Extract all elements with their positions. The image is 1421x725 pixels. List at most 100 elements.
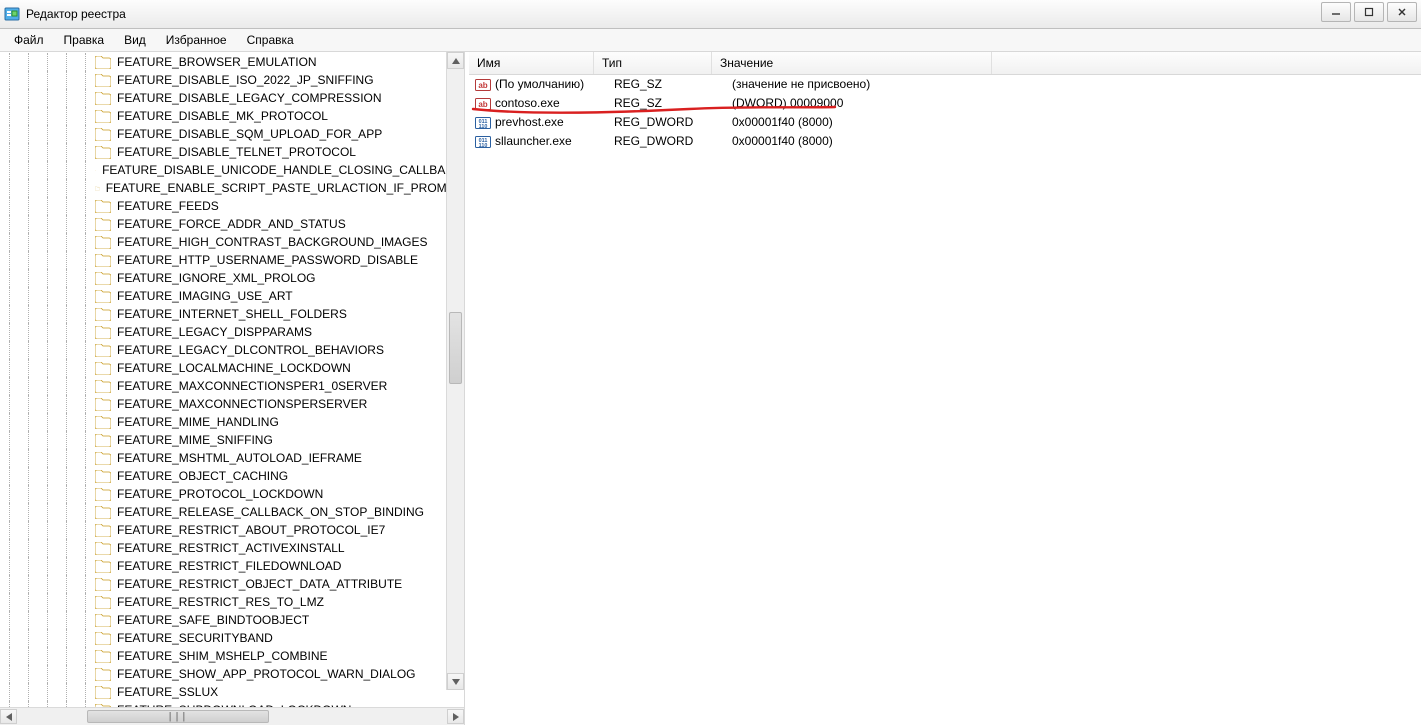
tree-item-label: FEATURE_LOCALMACHINE_LOCKDOWN: [115, 359, 353, 377]
folder-icon: [95, 74, 111, 87]
tree-item-label: FEATURE_HIGH_CONTRAST_BACKGROUND_IMAGES: [115, 233, 430, 251]
tree-item-label: FEATURE_RESTRICT_ACTIVEXINSTALL: [115, 539, 347, 557]
value-row[interactable]: contoso.exeREG_SZ(DWORD) 00009000: [469, 94, 1421, 113]
tree-item[interactable]: FEATURE_DISABLE_LEGACY_COMPRESSION: [0, 89, 464, 107]
scroll-thumb[interactable]: [449, 312, 462, 384]
tree-item[interactable]: FEATURE_SAFE_BINDTOOBJECT: [0, 611, 464, 629]
vertical-scrollbar[interactable]: [446, 52, 464, 690]
maximize-button[interactable]: [1354, 2, 1384, 22]
tree-item-label: FEATURE_PROTOCOL_LOCKDOWN: [115, 485, 325, 503]
tree-item[interactable]: FEATURE_MAXCONNECTIONSPER1_0SERVER: [0, 377, 464, 395]
tree-item[interactable]: FEATURE_DISABLE_TELNET_PROTOCOL: [0, 143, 464, 161]
column-filler[interactable]: [992, 52, 1421, 74]
column-name[interactable]: Имя: [469, 52, 594, 74]
tree-item[interactable]: FEATURE_MIME_SNIFFING: [0, 431, 464, 449]
tree-item[interactable]: FEATURE_LEGACY_DISPPARAMS: [0, 323, 464, 341]
value-name: sllauncher.exe: [495, 132, 614, 151]
tree-item[interactable]: FEATURE_MSHTML_AUTOLOAD_IEFRAME: [0, 449, 464, 467]
minimize-button[interactable]: [1321, 2, 1351, 22]
folder-icon: [95, 128, 111, 141]
value-row[interactable]: sllauncher.exeREG_DWORD0x00001f40 (8000): [469, 132, 1421, 151]
scroll-left-button[interactable]: [0, 709, 17, 724]
tree-item-label: FEATURE_SECURITYBAND: [115, 629, 275, 647]
tree-item[interactable]: FEATURE_PROTOCOL_LOCKDOWN: [0, 485, 464, 503]
column-type[interactable]: Тип: [594, 52, 712, 74]
column-data[interactable]: Значение: [712, 52, 992, 74]
tree-item[interactable]: FEATURE_OBJECT_CACHING: [0, 467, 464, 485]
value-row[interactable]: (По умолчанию)REG_SZ(значение не присвое…: [469, 75, 1421, 94]
tree-item[interactable]: FEATURE_RESTRICT_OBJECT_DATA_ATTRIBUTE: [0, 575, 464, 593]
folder-icon: [95, 452, 111, 465]
close-button[interactable]: [1387, 2, 1417, 22]
tree-item[interactable]: FEATURE_LEGACY_DLCONTROL_BEHAVIORS: [0, 341, 464, 359]
tree-item[interactable]: FEATURE_IGNORE_XML_PROLOG: [0, 269, 464, 287]
scroll-up-button[interactable]: [447, 52, 464, 69]
tree-item-label: FEATURE_MSHTML_AUTOLOAD_IEFRAME: [115, 449, 364, 467]
tree-item[interactable]: FEATURE_RESTRICT_RES_TO_LMZ: [0, 593, 464, 611]
tree-item-label: FEATURE_RESTRICT_OBJECT_DATA_ATTRIBUTE: [115, 575, 404, 593]
tree-item[interactable]: FEATURE_RESTRICT_ABOUT_PROTOCOL_IE7: [0, 521, 464, 539]
values-list[interactable]: (По умолчанию)REG_SZ(значение не присвое…: [469, 75, 1421, 725]
value-type: REG_SZ: [614, 75, 732, 94]
scroll-right-button[interactable]: [447, 709, 464, 724]
tree-item[interactable]: FEATURE_SECURITYBAND: [0, 629, 464, 647]
tree-item[interactable]: FEATURE_INTERNET_SHELL_FOLDERS: [0, 305, 464, 323]
tree-item-label: FEATURE_MAXCONNECTIONSPER1_0SERVER: [115, 377, 389, 395]
value-row[interactable]: prevhost.exeREG_DWORD0x00001f40 (8000): [469, 113, 1421, 132]
folder-icon: [95, 434, 111, 447]
folder-icon: [95, 470, 111, 483]
tree-item[interactable]: FEATURE_ENABLE_SCRIPT_PASTE_URLACTION_IF…: [0, 179, 464, 197]
menu-edit[interactable]: Правка: [56, 31, 113, 49]
tree-item-label: FEATURE_LEGACY_DLCONTROL_BEHAVIORS: [115, 341, 386, 359]
tree-item[interactable]: FEATURE_DISABLE_SQM_UPLOAD_FOR_APP: [0, 125, 464, 143]
tree-viewport[interactable]: FEATURE_BROWSER_EMULATIONFEATURE_DISABLE…: [0, 52, 464, 707]
tree-item[interactable]: FEATURE_HIGH_CONTRAST_BACKGROUND_IMAGES: [0, 233, 464, 251]
tree-item[interactable]: FEATURE_RELEASE_CALLBACK_ON_STOP_BINDING: [0, 503, 464, 521]
tree-item-label: FEATURE_DISABLE_SQM_UPLOAD_FOR_APP: [115, 125, 384, 143]
value-name: prevhost.exe: [495, 113, 614, 132]
tree-item[interactable]: FEATURE_DISABLE_MK_PROTOCOL: [0, 107, 464, 125]
menu-view[interactable]: Вид: [116, 31, 154, 49]
folder-icon: [95, 362, 111, 375]
tree-item[interactable]: FEATURE_RESTRICT_FILEDOWNLOAD: [0, 557, 464, 575]
tree-item[interactable]: FEATURE_DISABLE_ISO_2022_JP_SNIFFING: [0, 71, 464, 89]
menu-bar: Файл Правка Вид Избранное Справка: [0, 29, 1421, 52]
horizontal-thumb[interactable]: ┃┃┃: [87, 710, 269, 723]
tree-item[interactable]: FEATURE_MIME_HANDLING: [0, 413, 464, 431]
horizontal-scrollbar[interactable]: ┃┃┃: [0, 707, 464, 725]
tree-item-label: FEATURE_DISABLE_TELNET_PROTOCOL: [115, 143, 358, 161]
scroll-down-button[interactable]: [447, 673, 464, 690]
value-name: (По умолчанию): [495, 75, 614, 94]
folder-icon: [95, 344, 111, 357]
tree-item[interactable]: FEATURE_SHIM_MSHELP_COMBINE: [0, 647, 464, 665]
folder-icon: [95, 524, 111, 537]
horizontal-track[interactable]: ┃┃┃: [17, 709, 447, 724]
title-bar[interactable]: Редактор реестра: [0, 0, 1421, 29]
tree-item[interactable]: FEATURE_LOCALMACHINE_LOCKDOWN: [0, 359, 464, 377]
tree-item-label: FEATURE_DISABLE_MK_PROTOCOL: [115, 107, 330, 125]
tree-item[interactable]: FEATURE_DISABLE_UNICODE_HANDLE_CLOSING_C…: [0, 161, 464, 179]
tree-item[interactable]: FEATURE_HTTP_USERNAME_PASSWORD_DISABLE: [0, 251, 464, 269]
folder-icon: [95, 164, 96, 177]
menu-favorites[interactable]: Избранное: [158, 31, 235, 49]
tree-item[interactable]: FEATURE_BROWSER_EMULATION: [0, 53, 464, 71]
tree-item-label: FEATURE_INTERNET_SHELL_FOLDERS: [115, 305, 349, 323]
folder-icon: [95, 326, 111, 339]
value-data: 0x00001f40 (8000): [732, 113, 1032, 132]
menu-file[interactable]: Файл: [6, 31, 52, 49]
tree-item[interactable]: FEATURE_SHOW_APP_PROTOCOL_WARN_DIALOG: [0, 665, 464, 683]
tree-item[interactable]: FEATURE_RESTRICT_ACTIVEXINSTALL: [0, 539, 464, 557]
tree-item-label: FEATURE_FEEDS: [115, 197, 221, 215]
tree-item[interactable]: FEATURE_IMAGING_USE_ART: [0, 287, 464, 305]
dword-value-icon: [475, 134, 491, 150]
tree-item-label: FEATURE_IGNORE_XML_PROLOG: [115, 269, 318, 287]
tree-item[interactable]: FEATURE_SSLUX: [0, 683, 464, 701]
menu-help[interactable]: Справка: [239, 31, 302, 49]
tree-item-label: FEATURE_ENABLE_SCRIPT_PASTE_URLACTION_IF…: [104, 179, 464, 197]
tree-item[interactable]: FEATURE_FORCE_ADDR_AND_STATUS: [0, 215, 464, 233]
tree-item-label: FEATURE_FORCE_ADDR_AND_STATUS: [115, 215, 348, 233]
folder-icon: [95, 686, 111, 699]
tree-item[interactable]: FEATURE_FEEDS: [0, 197, 464, 215]
tree-item[interactable]: FEATURE_MAXCONNECTIONSPERSERVER: [0, 395, 464, 413]
tree-item-label: FEATURE_DISABLE_UNICODE_HANDLE_CLOSING_C…: [100, 161, 464, 179]
